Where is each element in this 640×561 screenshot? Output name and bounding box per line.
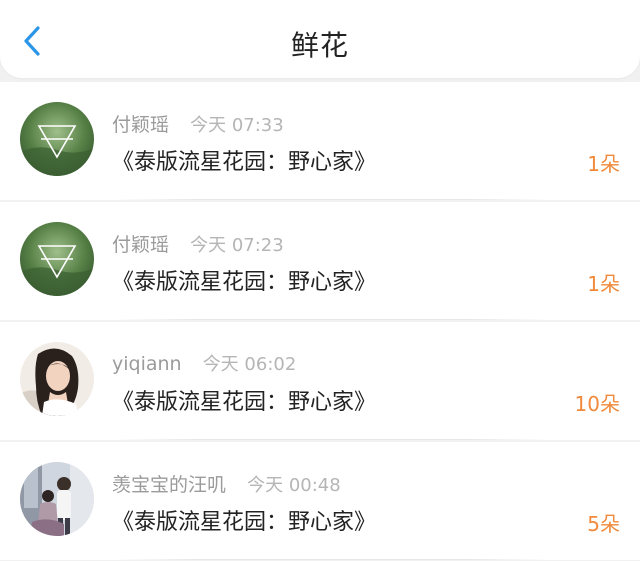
username[interactable]: yiqiann [112, 353, 182, 375]
timestamp: 今天 07:33 [190, 115, 284, 136]
divider [112, 319, 552, 320]
username[interactable]: 付颖瑶 [112, 234, 169, 256]
post-title[interactable]: 《泰版流星花园：野心家》 [112, 144, 376, 176]
user-line: 付颖瑶 今天 07:33 [112, 110, 284, 136]
avatar[interactable] [20, 342, 94, 416]
list-item[interactable]: 付颖瑶 今天 07:23 《泰版流星花园：野心家》 1朵 [0, 202, 640, 320]
divider [112, 439, 552, 440]
post-title[interactable]: 《泰版流星花园：野心家》 [112, 264, 376, 296]
screen: 鲜花 付颖瑶 今天 07:33 《泰版流星花园：野心家》 1朵 付颖瑶 今天 0… [0, 0, 640, 561]
woman-portrait-avatar-icon [20, 342, 94, 416]
timestamp: 今天 00:48 [247, 475, 341, 496]
flower-count: 1朵 [587, 152, 620, 176]
divider [112, 559, 552, 560]
user-line: yiqiann 今天 06:02 [112, 350, 296, 376]
post-title[interactable]: 《泰版流星花园：野心家》 [112, 384, 376, 416]
avatar[interactable] [20, 462, 94, 536]
user-line: 付颖瑶 今天 07:23 [112, 230, 284, 256]
flower-count: 5朵 [587, 512, 620, 536]
forest-triangle-avatar-icon [20, 222, 94, 296]
flower-count: 10朵 [574, 392, 620, 416]
username[interactable]: 付颖瑶 [112, 114, 169, 136]
avatar[interactable] [20, 102, 94, 176]
flower-count: 1朵 [587, 272, 620, 296]
username[interactable]: 羡宝宝的汪叽 [112, 474, 226, 496]
post-title[interactable]: 《泰版流星花园：野心家》 [112, 504, 376, 536]
couple-photo-avatar-icon [20, 462, 94, 536]
list-item[interactable]: yiqiann 今天 06:02 《泰版流星花园：野心家》 10朵 [0, 322, 640, 440]
top-nav-bar: 鲜花 [0, 0, 640, 78]
forest-triangle-avatar-icon [20, 102, 94, 176]
list-item[interactable]: 羡宝宝的汪叽 今天 00:48 《泰版流星花园：野心家》 5朵 [0, 442, 640, 560]
user-line: 羡宝宝的汪叽 今天 00:48 [112, 470, 341, 496]
timestamp: 今天 06:02 [202, 354, 297, 375]
timestamp: 今天 07:23 [190, 235, 284, 256]
flower-list: 付颖瑶 今天 07:33 《泰版流星花园：野心家》 1朵 付颖瑶 今天 07:2… [0, 82, 640, 561]
divider [112, 199, 552, 200]
page-title: 鲜花 [290, 29, 349, 62]
list-item[interactable]: 付颖瑶 今天 07:33 《泰版流星花园：野心家》 1朵 [0, 82, 640, 200]
avatar[interactable] [20, 222, 94, 296]
